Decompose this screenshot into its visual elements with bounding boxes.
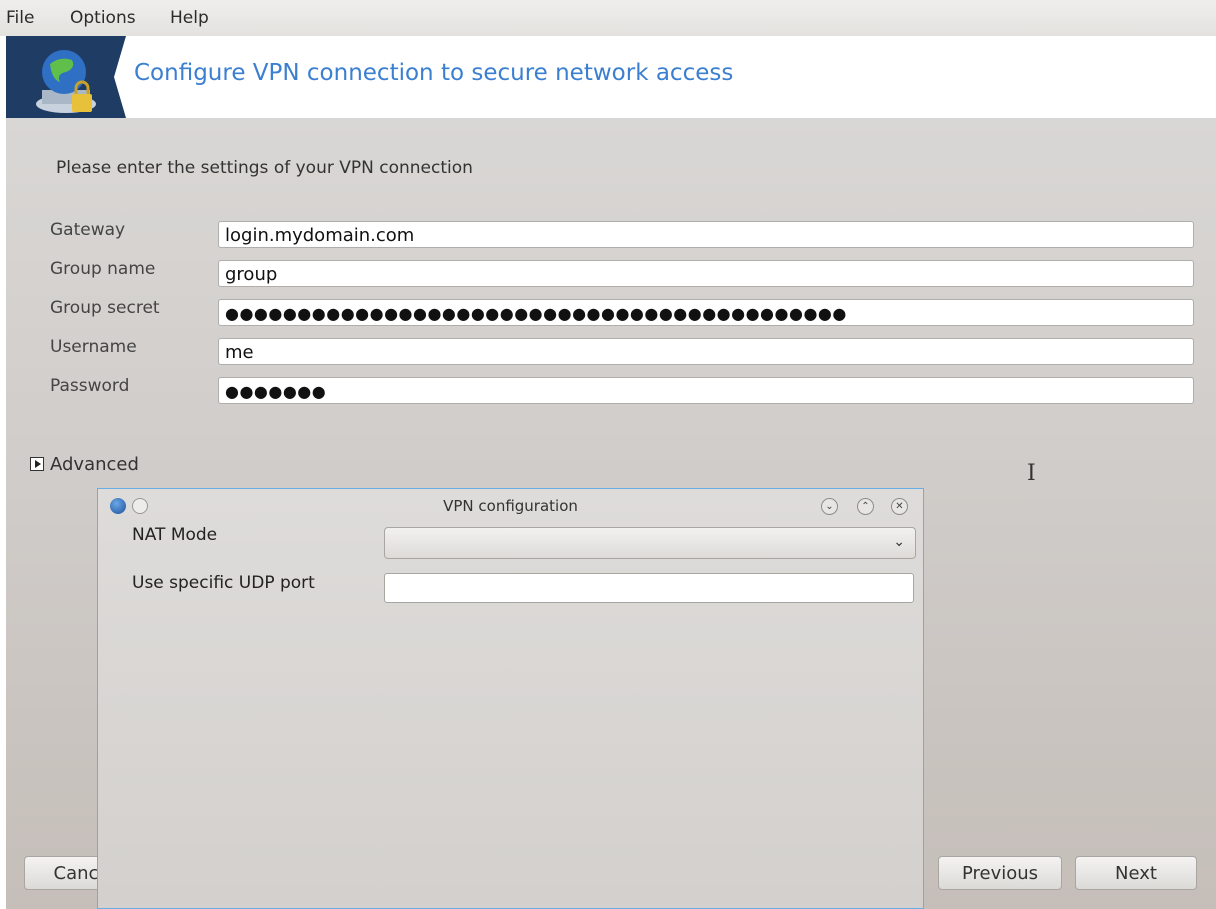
menu-bar: File Options Help (0, 0, 1216, 36)
menu-help[interactable]: Help (170, 0, 209, 36)
dropdown-chevron-icon: ⌄ (893, 534, 905, 550)
username-field[interactable]: me (218, 338, 1194, 365)
form-subtitle: Please enter the settings of your VPN co… (56, 158, 473, 178)
advanced-expander[interactable]: Advanced (30, 454, 139, 475)
page-title: Configure VPN connection to secure netwo… (134, 60, 734, 86)
network-globe-icon (6, 36, 126, 118)
previous-button[interactable]: Previous (938, 856, 1062, 890)
next-button[interactable]: Next (1075, 856, 1197, 890)
advanced-label: Advanced (50, 454, 139, 475)
vpn-config-dialog: VPN configuration ⌄ ⌃ ✕ NAT Mode ⌄ Use s… (97, 488, 924, 909)
password-label: Password (50, 376, 130, 396)
udp-port-field[interactable] (384, 573, 914, 603)
group-secret-field[interactable]: ●●●●●●●●●●●●●●●●●●●●●●●●●●●●●●●●●●●●●●●●… (218, 299, 1194, 326)
minimize-icon[interactable]: ⌄ (821, 498, 838, 515)
password-field[interactable]: ●●●●●●● (218, 377, 1194, 404)
dialog-app-icon (110, 498, 126, 514)
close-icon[interactable]: ✕ (891, 498, 908, 515)
wizard-header: Configure VPN connection to secure netwo… (0, 36, 1216, 118)
gateway-label: Gateway (50, 220, 126, 240)
dialog-menu-button[interactable] (132, 498, 148, 514)
expander-arrow-icon (30, 457, 44, 471)
group-name-field[interactable]: group (218, 260, 1194, 287)
gateway-field[interactable]: login.mydomain.com (218, 221, 1194, 248)
nat-mode-label: NAT Mode (132, 525, 218, 545)
menu-file[interactable]: File (6, 0, 34, 36)
maximize-icon[interactable]: ⌃ (857, 498, 874, 515)
text-cursor-icon: I (1027, 461, 1036, 486)
username-label: Username (50, 337, 137, 357)
group-secret-label: Group secret (50, 298, 160, 318)
group-name-label: Group name (50, 259, 156, 279)
udp-port-label: Use specific UDP port (132, 573, 315, 593)
nat-mode-select[interactable]: ⌄ (384, 527, 916, 559)
menu-options[interactable]: Options (70, 0, 136, 36)
dialog-title: VPN configuration (443, 497, 578, 515)
